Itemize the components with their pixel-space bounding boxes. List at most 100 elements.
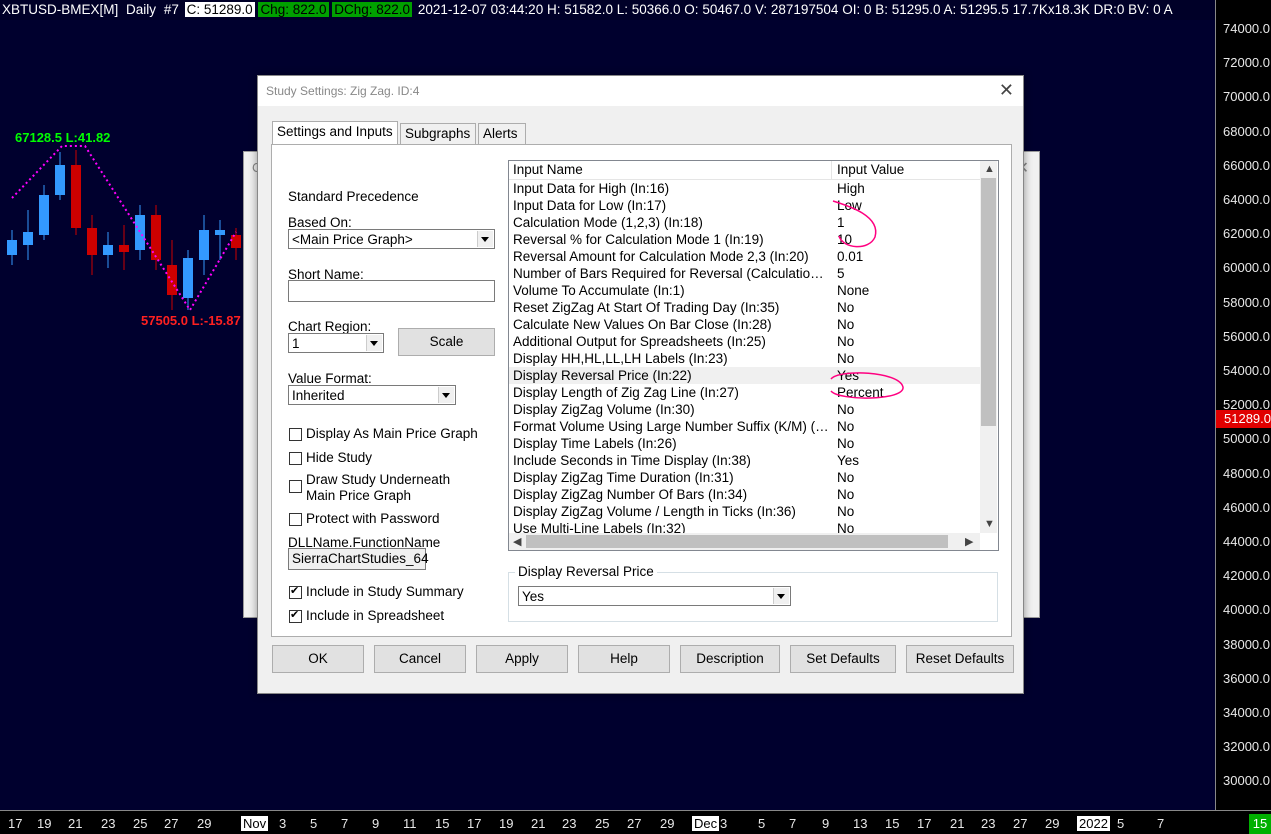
price-axis[interactable]: 74000.0 72000.0 70000.0 68000.0 66000.0 64000… <box>1215 0 1271 810</box>
include-summary-checkbox[interactable] <box>289 584 302 599</box>
help-button[interactable]: Help <box>578 645 670 673</box>
input-row[interactable]: Display Length of Zig Zag Line (In:27) Pe… <box>509 384 981 401</box>
input-row[interactable]: Input Data for High (In:16) High <box>509 180 981 197</box>
bar-data-values: 2021-12-07 03:44:20 H: 51582.0 L: 50366.… <box>417 2 1173 17</box>
apply-button[interactable]: Apply <box>476 645 568 673</box>
input-row-value[interactable]: Yes <box>837 452 859 469</box>
input-row[interactable]: Display Reversal Price (In:22) Yes <box>509 367 981 384</box>
date-axis-tick: 21 <box>531 816 546 831</box>
close-value: C: 51289.0 <box>184 2 255 17</box>
chart-region-value: 1 <box>292 336 300 351</box>
input-row[interactable]: Number of Bars Required for Reversal (Ca… <box>509 265 981 282</box>
candle-body <box>39 195 49 235</box>
inputs-grid[interactable]: Input Name Input Value Input Data for Hi… <box>508 160 999 551</box>
period-label: Daily <box>126 2 157 17</box>
hide-study-checkbox[interactable] <box>289 452 302 465</box>
settings-panel: Standard Precedence Based On: <Main Pric… <box>271 144 1012 637</box>
vertical-scroll-thumb[interactable] <box>981 178 996 426</box>
date-axis-tick: Dec <box>692 816 720 831</box>
input-row-value[interactable]: No <box>837 316 854 333</box>
input-row[interactable]: Display Time Labels (In:26) No <box>509 435 981 452</box>
scroll-left-icon[interactable]: ◀ <box>513 535 521 548</box>
reset-defaults-button[interactable]: Reset Defaults <box>906 645 1014 673</box>
input-row[interactable]: Format Volume Using Large Number Suffix … <box>509 418 981 435</box>
column-header-input-name[interactable]: Input Name <box>509 161 832 179</box>
dll-function-field[interactable]: SierraChartStudies_64 <box>288 548 429 570</box>
tab-alerts[interactable]: Alerts <box>478 123 526 144</box>
input-row-value[interactable]: Low <box>837 197 862 214</box>
input-row-value[interactable]: No <box>837 401 854 418</box>
input-row[interactable]: Calculate New Values On Bar Close (In:28… <box>509 316 981 333</box>
column-header-input-value[interactable]: Input Value <box>833 161 981 179</box>
horizontal-scrollbar[interactable]: ◀ ▶ <box>509 533 980 550</box>
input-value-select[interactable]: Yes <box>518 586 791 606</box>
chart-region-select[interactable]: 1 <box>288 333 384 353</box>
input-row-value[interactable]: No <box>837 350 854 367</box>
input-row-value[interactable]: 5 <box>837 265 845 282</box>
scroll-up-icon[interactable]: ▲ <box>984 163 995 175</box>
input-row[interactable]: Reset ZigZag At Start Of Trading Day (In… <box>509 299 981 316</box>
input-row[interactable]: Reversal Amount for Calculation Mode 2,3… <box>509 248 981 265</box>
vertical-scrollbar[interactable]: ▲ ▼ <box>980 161 997 533</box>
tab-subgraphs[interactable]: Subgraphs <box>400 123 476 144</box>
horizontal-scroll-thumb[interactable] <box>526 535 948 548</box>
close-icon[interactable]: ✕ <box>999 80 1014 101</box>
input-row-value[interactable]: 10 <box>837 231 852 248</box>
value-format-value: Inherited <box>292 388 345 403</box>
scroll-down-icon[interactable]: ▼ <box>984 518 995 530</box>
input-row-value[interactable]: 1 <box>837 214 845 231</box>
input-row-value[interactable]: No <box>837 333 854 350</box>
input-row-name: Reversal % for Calculation Mode 1 (In:19… <box>513 232 764 247</box>
input-row[interactable]: Display ZigZag Volume (In:30) No <box>509 401 981 418</box>
chart-id-label: #7 <box>163 2 179 17</box>
value-format-select[interactable]: Inherited <box>288 385 456 405</box>
input-row-value[interactable]: No <box>837 503 854 520</box>
set-defaults-button[interactable]: Set Defaults <box>790 645 896 673</box>
candle-body <box>215 230 225 235</box>
input-row[interactable]: Display ZigZag Volume / Length in Ticks … <box>509 503 981 520</box>
dialog-titlebar[interactable]: Study Settings: Zig Zag. ID:4 ✕ <box>258 76 1023 106</box>
based-on-select[interactable]: <Main Price Graph> <box>288 229 495 249</box>
input-row-value[interactable]: Yes <box>837 367 859 384</box>
scale-button[interactable]: Scale <box>398 328 495 356</box>
input-row-value[interactable]: None <box>837 282 869 299</box>
input-row-value[interactable]: 0.01 <box>837 248 863 265</box>
input-row-value[interactable]: No <box>837 435 854 452</box>
scroll-right-icon[interactable]: ▶ <box>965 535 973 548</box>
input-row[interactable]: Input Data for Low (In:17) Low <box>509 197 981 214</box>
input-row[interactable]: Calculation Mode (1,2,3) (In:18) 1 <box>509 214 981 231</box>
short-name-input[interactable] <box>288 280 495 302</box>
date-axis[interactable]: 15 17 19 21 23 25 27 29 Nov 3 5 7 9 11 15 17 19 21 23 25 27… <box>0 810 1271 834</box>
input-row-value[interactable]: No <box>837 299 854 316</box>
input-row-value[interactable]: High <box>837 180 865 197</box>
price-axis-tick: 46000.0 <box>1223 499 1270 515</box>
ok-button[interactable]: OK <box>272 645 364 673</box>
input-row[interactable]: Additional Output for Spreadsheets (In:2… <box>509 333 981 350</box>
input-row[interactable]: Display ZigZag Time Duration (In:31) No <box>509 469 981 486</box>
input-row[interactable]: Include Seconds in Time Display (In:38) Y… <box>509 452 981 469</box>
chevron-down-icon[interactable] <box>477 231 493 247</box>
input-row[interactable]: Reversal % for Calculation Mode 1 (In:19… <box>509 231 981 248</box>
date-axis-last-marker: 15 <box>1249 814 1271 834</box>
input-row[interactable]: Volume To Accumulate (In:1) None <box>509 282 981 299</box>
draw-underneath-checkbox[interactable] <box>289 480 302 493</box>
protect-password-checkbox[interactable] <box>289 513 302 526</box>
input-row[interactable]: Display HH,HL,LL,LH Labels (In:23) No <box>509 350 981 367</box>
tab-settings-and-inputs[interactable]: Settings and Inputs <box>272 121 398 146</box>
cancel-button[interactable]: Cancel <box>374 645 466 673</box>
price-axis-tick: 32000.0 <box>1223 739 1270 755</box>
display-as-main-checkbox[interactable] <box>289 428 302 441</box>
include-spreadsheet-checkbox[interactable] <box>289 608 302 623</box>
input-row[interactable]: Display ZigZag Number Of Bars (In:34) No <box>509 486 981 503</box>
chevron-down-icon[interactable] <box>773 588 789 604</box>
input-row-value[interactable]: No <box>837 486 854 503</box>
input-row-value[interactable]: Percent <box>837 384 884 401</box>
price-axis-tick: 58000.0 <box>1223 294 1270 310</box>
price-axis-tick: 48000.0 <box>1223 465 1270 481</box>
chevron-down-icon[interactable] <box>366 335 382 351</box>
based-on-value: <Main Price Graph> <box>292 232 413 247</box>
chevron-down-icon[interactable] <box>438 387 454 403</box>
input-row-value[interactable]: No <box>837 418 854 435</box>
input-row-value[interactable]: No <box>837 469 854 486</box>
description-button[interactable]: Description <box>680 645 780 673</box>
